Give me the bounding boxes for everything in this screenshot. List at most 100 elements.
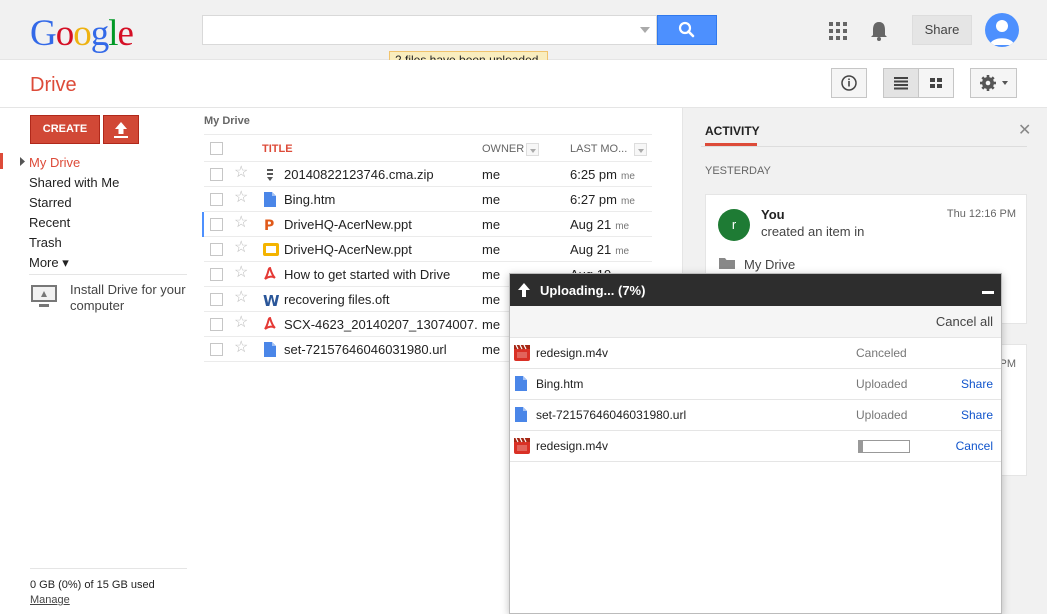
file-modified: Aug 21 me [570,217,629,232]
apps-grid-icon[interactable] [829,22,847,40]
word-icon: W [263,292,280,310]
row-checkbox[interactable] [210,243,223,256]
gear-icon [980,75,1008,91]
row-checkbox[interactable] [210,293,223,306]
table-row[interactable]: ☆ P DriveHQ-AcerNew.ppt me Aug 21 me [202,212,652,237]
star-icon[interactable]: ☆ [234,315,248,331]
row-checkbox[interactable] [210,218,223,231]
star-icon[interactable]: ☆ [234,215,248,231]
modified-sort-dropdown[interactable] [634,143,647,156]
file-name[interactable]: set-72157646046031980.url [284,342,477,357]
star-icon[interactable]: ☆ [234,165,248,181]
modified-by: me [620,196,635,207]
svg-text:W: W [263,292,279,307]
zip-icon [263,167,277,182]
video-icon [514,437,530,454]
owner-sort-dropdown[interactable] [526,143,539,156]
avatar: r [718,209,750,241]
upload-arrow-icon [518,283,530,297]
modified-time: Aug 21 [570,217,612,232]
column-owner[interactable]: OWNER [482,143,524,155]
file-owner: me [482,242,501,257]
breadcrumb[interactable]: My Drive [204,115,250,127]
grid-view-button[interactable] [918,68,954,98]
logo-letter: o [55,13,74,54]
share-button[interactable]: Share [912,15,972,45]
upload-item: redesign.m4v Canceled [510,338,1001,369]
monitor-drive-icon [31,285,57,307]
doc-icon [514,376,530,392]
upload-file-name: set-72157646046031980.url [536,408,687,422]
table-row[interactable]: ☆ Bing.htm me 6:27 pm me [204,187,652,212]
table-row[interactable]: ☆ DriveHQ-AcerNew.ppt me Aug 21 me [204,237,652,262]
table-row[interactable]: ☆ 20140822123746.cma.zip me 6:25 pm me [204,162,652,187]
tab-activity[interactable]: ACTIVITY [705,124,760,138]
file-name[interactable]: recovering files.oft [284,292,477,307]
expand-arrow-icon[interactable] [20,157,26,166]
divider [29,274,187,275]
search-options-icon[interactable] [640,27,650,33]
file-name[interactable]: 20140822123746.cma.zip [284,167,477,182]
sidebar-nav: My Drive Shared with Me Starred Recent T… [29,153,119,273]
upload-icon [114,122,128,138]
settings-button[interactable] [970,68,1017,98]
star-icon[interactable]: ☆ [234,190,248,206]
modified-by: me [615,246,630,257]
manage-storage-link[interactable]: Manage [30,594,187,606]
close-icon[interactable]: ✕ [1018,120,1031,140]
modified-by: me [615,221,630,232]
sidebar-item-recent[interactable]: Recent [29,213,119,233]
search-button[interactable] [657,15,717,45]
star-icon[interactable]: ☆ [234,290,248,306]
search-icon [678,21,695,38]
column-last-modified[interactable]: LAST MO... [570,143,627,155]
avatar[interactable] [985,13,1019,47]
file-name[interactable]: Bing.htm [284,192,477,207]
google-logo[interactable]: Google [30,12,134,55]
upload-share-link[interactable]: Share [961,377,993,391]
file-name[interactable]: DriveHQ-AcerNew.ppt [284,217,477,232]
sidebar-item-my-drive[interactable]: My Drive [29,153,119,173]
select-all-checkbox[interactable] [210,142,223,155]
row-checkbox[interactable] [210,193,223,206]
upload-file-name: redesign.m4v [536,346,609,360]
cancel-all-button[interactable]: Cancel all [936,314,993,329]
logo-letter: l [108,13,118,54]
sidebar-item-shared-with-me[interactable]: Shared with Me [29,173,119,193]
row-checkbox[interactable] [210,343,223,356]
file-modified: Aug 21 me [570,242,629,257]
modified-time: 6:25 pm [570,167,617,182]
upload-share-link[interactable]: Share [961,408,993,422]
upload-panel: Uploading... (7%) Cancel all redesign.m4… [509,273,1002,614]
column-title[interactable]: TITLE [262,143,293,155]
row-checkbox[interactable] [210,318,223,331]
file-owner: me [482,267,501,282]
page-title[interactable]: Drive [30,74,77,97]
details-button[interactable] [831,68,867,98]
install-drive-text[interactable]: Install Drive for your computer [70,282,195,314]
sidebar-item-trash[interactable]: Trash [29,233,119,253]
file-owner: me [482,342,501,357]
pdf-icon [263,266,277,282]
activity-folder[interactable]: My Drive [744,257,795,272]
upload-cancel-link[interactable]: Cancel [956,439,993,453]
file-modified: 6:27 pm me [570,192,635,207]
search-input[interactable] [202,15,657,45]
sidebar-item-more[interactable]: More ▾ [29,253,119,273]
create-button[interactable]: CREATE [30,115,100,144]
upload-button[interactable] [103,115,139,144]
notifications-bell-icon[interactable] [869,20,889,42]
star-icon[interactable]: ☆ [234,340,248,356]
slides-icon [263,242,279,257]
minimize-icon[interactable] [982,291,994,294]
list-view-button[interactable] [883,68,919,98]
row-checkbox[interactable] [210,168,223,181]
row-checkbox[interactable] [210,268,223,281]
upload-panel-header[interactable]: Uploading... (7%) [510,274,1001,306]
star-icon[interactable]: ☆ [234,265,248,281]
file-name[interactable]: How to get started with Drive [284,267,477,282]
star-icon[interactable]: ☆ [234,240,248,256]
file-name[interactable]: SCX-4623_20140207_13074007.p [284,317,477,332]
file-name[interactable]: DriveHQ-AcerNew.ppt [284,242,477,257]
sidebar-item-starred[interactable]: Starred [29,193,119,213]
